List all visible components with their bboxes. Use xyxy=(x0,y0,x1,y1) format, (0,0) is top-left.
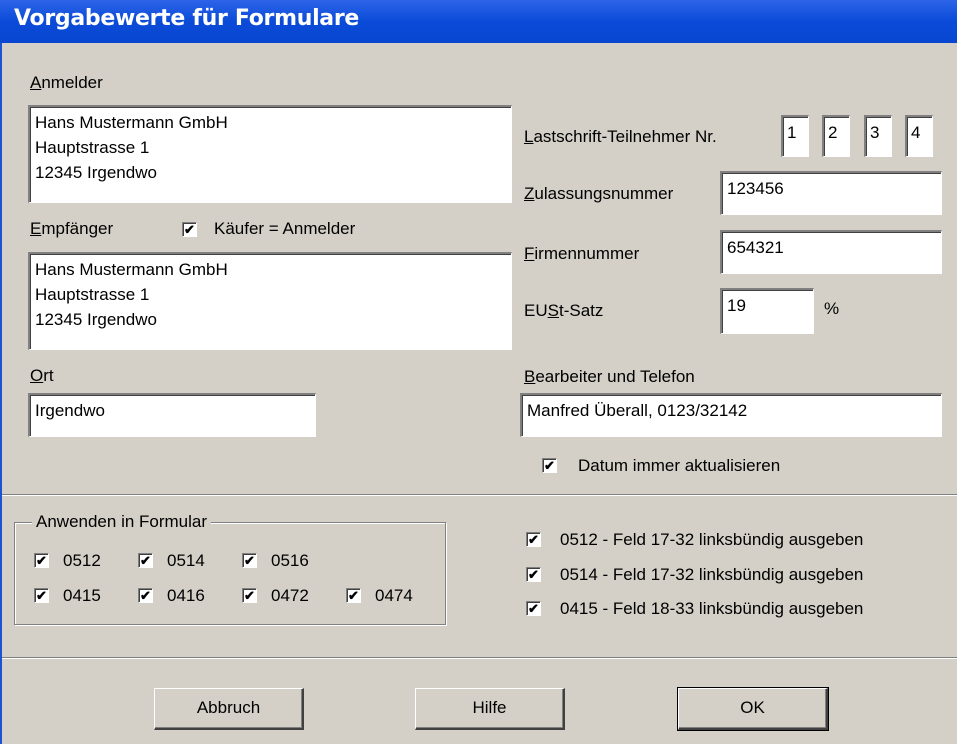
empfaenger-textarea[interactable]: Hans Mustermann GmbH Hauptstrasse 1 1234… xyxy=(28,252,512,350)
zulassung-input[interactable]: 123456 xyxy=(720,171,942,215)
option-checkbox-0415[interactable]: ✔ xyxy=(526,601,541,616)
formular-checkbox-0415[interactable]: ✔ xyxy=(34,588,49,603)
option-checkbox-0512[interactable]: ✔ xyxy=(526,532,541,547)
anmelder-textarea[interactable]: Hans Mustermann GmbH Hauptstrasse 1 1234… xyxy=(28,105,512,203)
formular-checkbox-0416[interactable]: ✔ xyxy=(138,588,153,603)
formular-label-0416: 0416 xyxy=(167,586,205,605)
title-bar[interactable]: Vorgabewerte für Formulare xyxy=(0,0,957,43)
option-label-0514: 0514 - Feld 17-32 linksbündig ausgeben xyxy=(560,565,864,584)
option-checkbox-0514[interactable]: ✔ xyxy=(526,567,541,582)
formular-label-0516: 0516 xyxy=(271,551,309,570)
ort-label: Ort xyxy=(30,366,54,385)
formular-label-0474: 0474 xyxy=(375,586,413,605)
help-button[interactable]: Hilfe xyxy=(415,688,565,730)
formular-label-0514: 0514 xyxy=(167,551,205,570)
zulassung-label: Zulassungsnummer xyxy=(524,184,674,203)
cancel-button[interactable]: Abbruch xyxy=(154,688,304,730)
ort-input[interactable]: Irgendwo xyxy=(28,393,316,437)
lastschrift-digit-4[interactable]: 4 xyxy=(905,115,933,157)
datum-label: Datum immer aktualisieren xyxy=(578,456,781,475)
anmelder-label: Anmelder xyxy=(30,73,103,92)
formular-label-0472: 0472 xyxy=(271,586,309,605)
lastschrift-digit-1[interactable]: 1 xyxy=(781,115,809,157)
lastschrift-digit-2[interactable]: 2 xyxy=(822,115,850,157)
formular-label-0512: 0512 xyxy=(63,551,101,570)
formular-label-0415: 0415 xyxy=(63,586,101,605)
formular-checkbox-0472[interactable]: ✔ xyxy=(242,588,257,603)
firmennummer-label: Firmennummer xyxy=(524,244,640,263)
option-label-0415: 0415 - Feld 18-33 linksbündig ausgeben xyxy=(560,599,864,618)
lastschrift-digit-3[interactable]: 3 xyxy=(864,115,892,157)
formular-checkbox-0516[interactable]: ✔ xyxy=(242,553,257,568)
bearbeiter-label: Bearbeiter und Telefon xyxy=(524,367,695,386)
firmennummer-input[interactable]: 654321 xyxy=(720,230,942,274)
datum-checkbox[interactable]: ✔ xyxy=(542,458,557,473)
dialog-client: Anmelder Hans Mustermann GmbH Hauptstras… xyxy=(0,43,957,744)
eust-input[interactable]: 19 xyxy=(720,288,814,334)
formular-checkbox-0514[interactable]: ✔ xyxy=(138,553,153,568)
formular-checkbox-0512[interactable]: ✔ xyxy=(34,553,49,568)
formular-group-title: Anwenden in Formular xyxy=(32,512,212,532)
formular-groupbox xyxy=(14,522,446,625)
empfaenger-label: Empfänger xyxy=(30,219,114,238)
lastschrift-label: Lastschrift-Teilnehmer Nr. xyxy=(524,127,717,146)
kaeufer-checkbox[interactable]: ✔ xyxy=(182,222,197,237)
eust-label: EUSt-Satz xyxy=(524,301,604,320)
formular-checkbox-0474[interactable]: ✔ xyxy=(346,588,361,603)
kaeufer-label: Käufer = Anmelder xyxy=(214,219,356,238)
window-title: Vorgabewerte für Formulare xyxy=(14,6,360,31)
bearbeiter-input[interactable]: Manfred Überall, 0123/32142 xyxy=(520,393,942,437)
eust-unit: % xyxy=(824,299,840,318)
option-label-0512: 0512 - Feld 17-32 linksbündig ausgeben xyxy=(560,530,864,549)
ok-button[interactable]: OK xyxy=(677,687,829,731)
